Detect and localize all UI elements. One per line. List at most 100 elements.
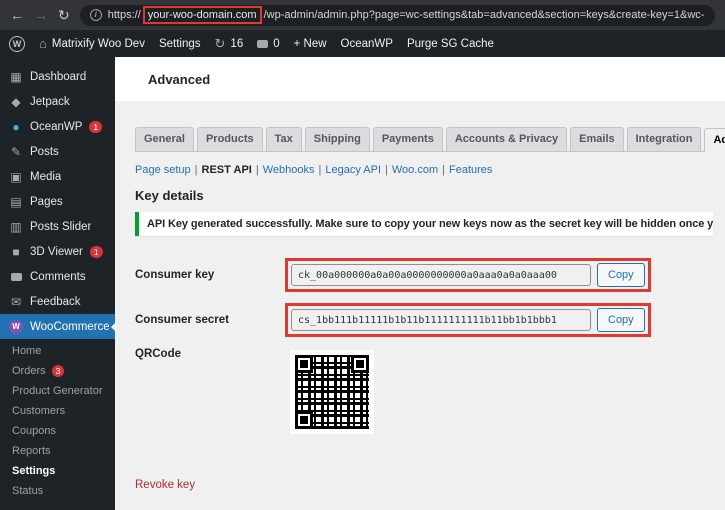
consumer-secret-row: Consumer secret Copy [135, 303, 715, 337]
consumer-secret-input[interactable] [291, 309, 591, 331]
page-header: Advanced [115, 57, 725, 101]
comments-count: 0 [273, 38, 279, 50]
body-row: ▦ Dashboard ◆ Jetpack ● OceanWP 1 ✎ Post… [0, 57, 725, 510]
submenu-label: Status [12, 485, 43, 497]
subnav-rest-api[interactable]: REST API [202, 164, 252, 176]
consumer-secret-annotation: Copy [285, 303, 651, 337]
sidebar-item-3d-viewer[interactable]: ■ 3D Viewer 1 [0, 239, 115, 264]
tab-integration[interactable]: Integration [627, 127, 702, 151]
submenu-item-reports[interactable]: Reports [0, 441, 115, 461]
sidebar-item-dashboard[interactable]: ▦ Dashboard [0, 64, 115, 89]
sidebar-item-woocommerce[interactable]: W WooCommerce [0, 314, 115, 339]
feedback-icon: ✉ [9, 296, 23, 308]
browser-chrome: ← → ↻ i https://your-woo-domain.com/wp-a… [0, 0, 725, 30]
orders-badge: 3 [52, 365, 65, 377]
subnav-separator: | [442, 164, 445, 176]
subnav-features[interactable]: Features [449, 164, 492, 176]
3d-viewer-badge: 1 [90, 246, 103, 258]
tab-general[interactable]: General [135, 127, 194, 151]
subnav-legacy-api[interactable]: Legacy API [325, 164, 381, 176]
section-title: Key details [135, 188, 715, 203]
submenu-item-product-generator[interactable]: Product Generator [0, 381, 115, 401]
sidebar-item-pages[interactable]: ▤ Pages [0, 189, 115, 214]
address-bar[interactable]: i https://your-woo-domain.com/wp-admin/a… [80, 5, 715, 26]
sidebar-item-comments[interactable]: Comments [0, 264, 115, 289]
subnav-separator: | [318, 164, 321, 176]
sidebar-item-label: Comments [30, 271, 86, 283]
sidebar-item-posts-slider[interactable]: ▥ Posts Slider [0, 214, 115, 239]
sidebar-item-posts[interactable]: ✎ Posts [0, 139, 115, 164]
submenu-item-coupons[interactable]: Coupons [0, 421, 115, 441]
submenu-item-settings[interactable]: Settings [0, 461, 115, 481]
tab-tax[interactable]: Tax [266, 127, 302, 151]
3d-viewer-icon: ■ [9, 246, 23, 258]
admin-sidebar: ▦ Dashboard ◆ Jetpack ● OceanWP 1 ✎ Post… [0, 57, 115, 510]
sidebar-item-label: 3D Viewer [30, 246, 83, 258]
admin-bar-comments[interactable]: 0 [257, 38, 279, 50]
sidebar-item-jetpack[interactable]: ◆ Jetpack [0, 89, 115, 114]
consumer-secret-label: Consumer secret [135, 314, 285, 326]
tab-shipping[interactable]: Shipping [305, 127, 370, 151]
admin-bar-settings[interactable]: Settings [159, 38, 201, 50]
tab-advanced[interactable]: Advanced [704, 128, 725, 152]
sidebar-item-label: WooCommerce [30, 321, 109, 333]
submenu-label: Coupons [12, 425, 56, 437]
home-icon: ⌂ [39, 37, 47, 50]
woocommerce-submenu: Home Orders 3 Product Generator Customer… [0, 339, 115, 501]
admin-bar-new[interactable]: + New [294, 38, 327, 50]
tab-products[interactable]: Products [197, 127, 263, 151]
tab-accounts-privacy[interactable]: Accounts & Privacy [446, 127, 567, 151]
screen: ← → ↻ i https://your-woo-domain.com/wp-a… [0, 0, 725, 510]
submenu-item-customers[interactable]: Customers [0, 401, 115, 421]
success-notice: API Key generated successfully. Make sur… [135, 212, 713, 236]
submenu-item-status[interactable]: Status [0, 481, 115, 501]
submenu-label: Customers [12, 405, 65, 417]
site-info-icon[interactable]: i [90, 9, 102, 21]
comments-icon [9, 271, 23, 283]
tab-emails[interactable]: Emails [570, 127, 623, 151]
subnav-woo-com[interactable]: Woo.com [392, 164, 438, 176]
admin-bar-oceanwp[interactable]: OceanWP [341, 38, 393, 50]
submenu-label: Settings [12, 465, 55, 477]
consumer-key-label: Consumer key [135, 269, 285, 281]
admin-bar-site-name[interactable]: ⌂ Matrixify Woo Dev [39, 37, 145, 50]
dashboard-icon: ▦ [9, 71, 23, 83]
submenu-item-orders[interactable]: Orders 3 [0, 361, 115, 381]
updates-icon: ↻ [215, 37, 226, 50]
submenu-label: Reports [12, 445, 51, 457]
admin-bar-updates[interactable]: ↻ 16 [215, 37, 244, 50]
forward-icon[interactable]: → [34, 8, 48, 22]
settings-label: Settings [159, 38, 201, 50]
revoke-key-link[interactable]: Revoke key [135, 479, 195, 491]
qr-code-image [290, 350, 374, 434]
oceanwp-label: OceanWP [341, 38, 393, 50]
comments-icon [257, 40, 268, 48]
current-menu-arrow [111, 323, 115, 331]
copy-consumer-key-button[interactable]: Copy [597, 263, 645, 287]
subnav-page-setup[interactable]: Page setup [135, 164, 191, 176]
submenu-label: Orders [12, 365, 46, 377]
url-domain-annotation: your-woo-domain.com [143, 6, 262, 24]
wordpress-logo-icon[interactable]: W [9, 36, 25, 52]
subnav-separator: | [385, 164, 388, 176]
consumer-key-input[interactable] [291, 264, 591, 286]
sidebar-item-label: Dashboard [30, 71, 86, 83]
sidebar-item-oceanwp[interactable]: ● OceanWP 1 [0, 114, 115, 139]
sidebar-item-feedback[interactable]: ✉ Feedback [0, 289, 115, 314]
updates-count: 16 [230, 38, 243, 50]
reload-icon[interactable]: ↻ [58, 8, 70, 22]
submenu-item-home[interactable]: Home [0, 341, 115, 361]
sidebar-item-media[interactable]: ▣ Media [0, 164, 115, 189]
admin-bar-purge-sg-cache[interactable]: Purge SG Cache [407, 38, 494, 50]
oceanwp-icon: ● [9, 121, 23, 133]
tab-payments[interactable]: Payments [373, 127, 443, 151]
subnav-webhooks[interactable]: Webhooks [263, 164, 315, 176]
new-label: + New [294, 38, 327, 50]
purge-label: Purge SG Cache [407, 38, 494, 50]
copy-consumer-secret-button[interactable]: Copy [597, 308, 645, 332]
back-icon[interactable]: ← [10, 8, 24, 22]
subnav-separator: | [256, 164, 259, 176]
qrcode-label: QRCode [135, 348, 285, 360]
submenu-label: Home [12, 345, 41, 357]
sidebar-item-label: Jetpack [30, 96, 70, 108]
